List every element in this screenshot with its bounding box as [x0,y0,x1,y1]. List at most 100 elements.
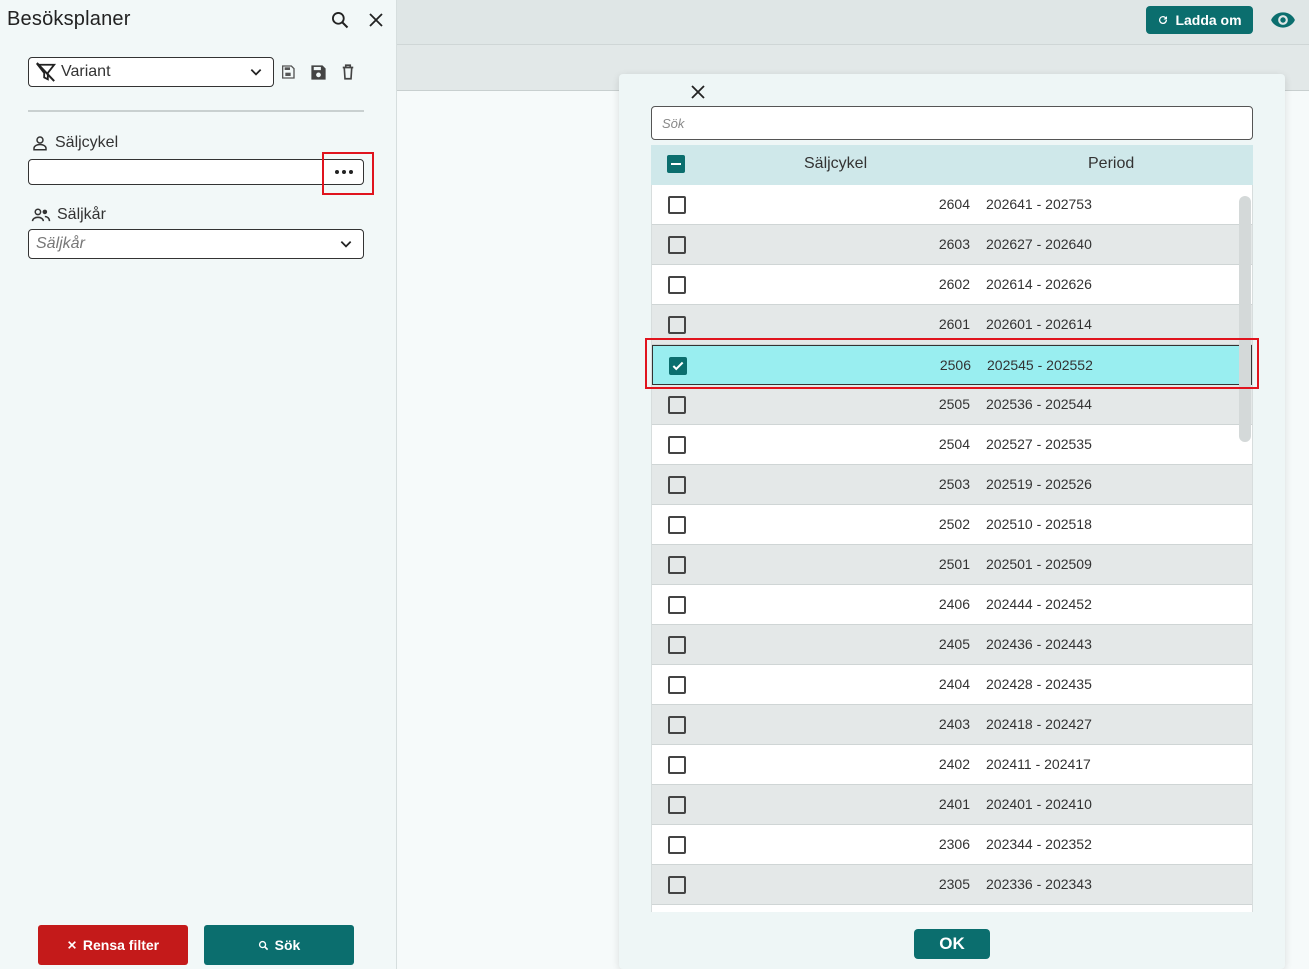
search-label: Sök [274,937,301,953]
close-icon[interactable] [686,80,710,104]
cell-cycle: 2505 [938,396,970,412]
cell-cycle: 2504 [938,436,970,452]
row-checkbox[interactable] [668,796,686,814]
cell-period: 202344 - 202352 [986,836,1092,852]
row-checkbox[interactable] [668,396,686,414]
column-header-period[interactable]: Period [1088,155,1134,173]
cell-period: 202418 - 202427 [986,716,1092,732]
row-checkbox[interactable] [668,276,686,294]
cell-cycle: 2406 [938,596,970,612]
table-row[interactable]: 2604 202641 - 202753 [652,185,1252,225]
chevron-down-icon [340,241,352,248]
corps-label-text: Säljkår [57,206,106,223]
filter-panel: Besöksplaner Variant Säljcykel Säljkår S… [0,0,397,969]
indeterminate-mark [671,163,681,165]
panel-title: Besöksplaner [7,8,131,30]
cell-period: 202614 - 202626 [986,276,1092,292]
reload-button[interactable]: Ladda om [1146,6,1253,34]
save-as-icon[interactable] [277,61,299,83]
dialog-search-placeholder: Sök [662,115,685,131]
column-header-cycle[interactable]: Säljcykel [804,155,867,173]
row-checkbox[interactable] [668,596,686,614]
table-row[interactable]: 2405 202436 - 202443 [652,625,1252,665]
corps-field-label: Säljkår [31,206,106,224]
table-row[interactable]: 2305 202336 - 202343 [652,865,1252,905]
cell-cycle: 2601 [938,316,970,332]
variant-label: Variant [61,63,111,80]
table-row[interactable]: 2501 202501 - 202509 [652,545,1252,585]
close-icon [67,941,76,949]
row-checkbox[interactable] [668,556,686,574]
cycle-input[interactable] [28,159,364,185]
row-checkbox[interactable] [668,236,686,254]
row-checkbox[interactable] [668,876,686,894]
table-row[interactable]: 2603 202627 - 202640 [652,225,1252,265]
table-row[interactable]: 2502 202510 - 202518 [652,505,1252,545]
cell-period: 202627 - 202640 [986,236,1092,252]
row-checkbox[interactable] [668,476,686,494]
row-checkbox[interactable] [668,756,686,774]
cycle-field-label: Säljcykel [31,134,118,152]
row-checkbox[interactable] [668,676,686,694]
highlight-box [645,338,1259,389]
cell-cycle: 2602 [938,276,970,292]
cell-cycle: 2604 [938,196,970,212]
cell-period: 202336 - 202343 [986,876,1092,892]
cell-cycle: 2503 [938,476,970,492]
cell-cycle: 2502 [938,516,970,532]
close-icon[interactable] [364,8,388,32]
row-checkbox[interactable] [668,516,686,534]
cell-period: 202436 - 202443 [986,636,1092,652]
table-row[interactable]: 2406 202444 - 202452 [652,585,1252,625]
clear-filter-button[interactable]: Rensa filter [38,925,188,965]
highlight-box [322,152,374,195]
table-row[interactable]: 2403 202418 - 202427 [652,705,1252,745]
cell-period: 202411 - 202417 [986,756,1091,772]
cell-cycle: 2603 [938,236,970,252]
cell-period: 202401 - 202410 [986,796,1092,812]
table-row[interactable]: 2402 202411 - 202417 [652,745,1252,785]
chevron-down-icon [250,69,262,76]
variant-select[interactable]: Variant [28,57,274,87]
select-all-checkbox[interactable] [667,155,685,173]
person-icon [33,136,47,151]
search-button[interactable]: Sök [204,925,354,965]
table-row[interactable]: 2504 202527 - 202535 [652,425,1252,465]
filter-off-icon [35,62,57,82]
search-icon[interactable] [328,8,352,32]
cell-cycle: 2402 [938,756,970,772]
grid-header [651,145,1253,185]
row-checkbox[interactable] [668,716,686,734]
table-row[interactable]: 2404 202428 - 202435 [652,665,1252,705]
row-checkbox[interactable] [668,836,686,854]
cell-cycle: 2401 [938,796,970,812]
cell-cycle: 2403 [938,716,970,732]
cell-period: 202641 - 202753 [986,196,1092,212]
scrollbar[interactable] [1239,196,1251,442]
dialog-search-input[interactable]: Sök [651,106,1253,140]
cell-period: 202501 - 202509 [986,556,1092,572]
table-row[interactable]: 2306 202344 - 202352 [652,825,1252,865]
grid-body: 2604 202641 - 202753 2603 202627 - 202640 26… [651,185,1253,912]
table-row[interactable]: 2602 202614 - 202626 [652,265,1252,305]
reload-label: Ladda om [1175,12,1242,28]
eye-icon[interactable] [1270,9,1296,31]
table-row[interactable] [652,905,1252,912]
table-row[interactable]: 2401 202401 - 202410 [652,785,1252,825]
clear-label: Rensa filter [82,937,160,953]
row-checkbox[interactable] [668,436,686,454]
corps-select[interactable]: Säljkår [28,229,364,259]
group-icon [31,208,51,222]
save-icon[interactable] [307,61,329,83]
delete-icon[interactable] [337,61,359,83]
row-checkbox[interactable] [668,196,686,214]
table-row[interactable]: 2505 202536 - 202544 [652,385,1252,425]
row-checkbox[interactable] [668,316,686,334]
cell-cycle: 2404 [938,676,970,692]
cell-cycle: 2405 [938,636,970,652]
cell-period: 202428 - 202435 [986,676,1092,692]
ok-button[interactable]: OK [914,929,990,959]
cell-period: 202510 - 202518 [986,516,1092,532]
row-checkbox[interactable] [668,636,686,654]
table-row[interactable]: 2503 202519 - 202526 [652,465,1252,505]
